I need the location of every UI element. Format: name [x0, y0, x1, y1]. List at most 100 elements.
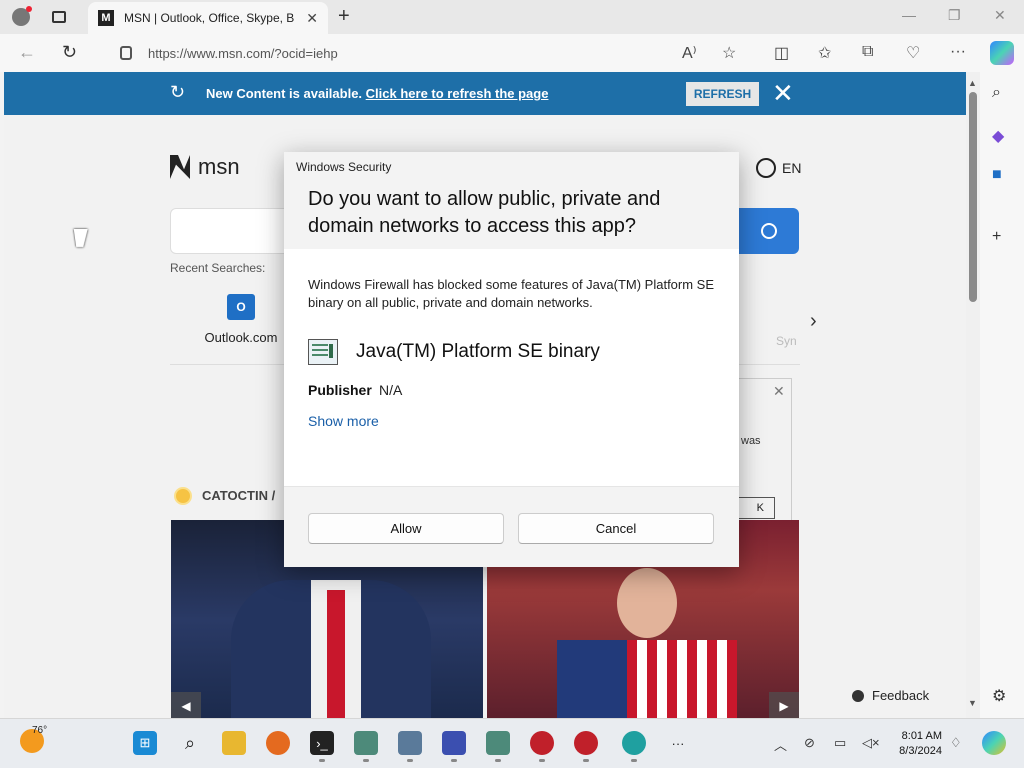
show-hidden-icons-icon[interactable]: ︿	[774, 735, 787, 754]
scroll-up-icon[interactable]: ▲	[968, 78, 977, 88]
back-icon[interactable]: ←	[18, 42, 36, 63]
cancel-button[interactable]: Cancel	[518, 513, 714, 544]
program-name: Java(TM) Platform SE binary	[356, 341, 600, 362]
page-scrollbar[interactable]: ▲ ▼	[966, 72, 980, 718]
profile-icon[interactable]	[10, 6, 32, 28]
refresh-button[interactable]: REFRESH	[686, 82, 759, 106]
minimize-icon[interactable]: —	[902, 7, 916, 23]
dialog-footer: Allow Cancel	[284, 486, 739, 567]
carousel-prev-icon[interactable]: ◀	[171, 692, 201, 718]
display-icon[interactable]: ▭	[834, 735, 846, 751]
new-tab-icon[interactable]: +	[338, 5, 350, 28]
favorites-icon[interactable]: ✩	[818, 43, 831, 63]
refresh-icon[interactable]: ↻	[62, 42, 77, 63]
program-icon	[308, 339, 338, 365]
publisher-label: Publisher	[308, 382, 372, 398]
tab-close-icon[interactable]: ✕	[306, 10, 318, 27]
chevron-right-icon[interactable]: ›	[810, 310, 817, 333]
windows-taskbar: 76° ⊞ ⌕ ›_ ··· ︿ ⊘ ▭ ◁× 8:01 AM 8/3/2024…	[0, 718, 1024, 768]
java-app-icon[interactable]	[574, 731, 598, 755]
windows-security-dialog: Windows Security Do you want to allow pu…	[284, 152, 739, 567]
sidebar-search-icon[interactable]: ⌕	[992, 84, 1001, 102]
browser-tab-bar: M MSN | Outlook, Office, Skype, Bi ✕ + —…	[0, 0, 1024, 34]
dialog-app-name: Windows Security	[296, 160, 392, 174]
sidebar-settings-icon[interactable]: ⚙	[992, 686, 1006, 706]
lock-icon	[120, 46, 132, 60]
feedback-icon	[852, 689, 864, 702]
search-button[interactable]	[738, 208, 799, 254]
refresh-page-link[interactable]: Click here to refresh the page	[366, 86, 549, 101]
browser-essentials-icon[interactable]: ♡	[906, 43, 920, 63]
background-dialog-text: was	[741, 435, 761, 447]
msn-butterfly-icon	[170, 155, 190, 179]
firefox-icon[interactable]	[266, 731, 290, 755]
new-content-banner: ↻ New Content is available. Click here t…	[4, 72, 966, 115]
read-aloud-icon[interactable]: A⁾	[682, 43, 697, 63]
edge-icon[interactable]	[622, 731, 646, 755]
feedback-label: Feedback	[872, 688, 930, 703]
show-more-link[interactable]: Show more	[308, 413, 379, 429]
notification-bell-icon[interactable]: ♢	[950, 735, 962, 751]
quick-link-partial-label[interactable]: Syn	[776, 334, 797, 348]
quick-link-outlook[interactable]: O Outlook.com	[198, 294, 284, 345]
app-window-icon[interactable]	[486, 731, 510, 755]
close-window-icon[interactable]: ✕	[994, 7, 1006, 24]
tab-title: MSN | Outlook, Office, Skype, Bi	[124, 11, 294, 25]
background-dialog-button[interactable]: K	[735, 497, 775, 519]
allow-button[interactable]: Allow	[308, 513, 504, 544]
network-app-icon[interactable]	[442, 731, 466, 755]
weather-location-label: CATOCTIN /	[202, 488, 276, 503]
carousel-next-icon[interactable]: ▶	[769, 692, 799, 718]
sidebar-outlook-icon[interactable]: ■	[992, 166, 1002, 184]
msn-favicon-icon: M	[98, 10, 114, 26]
url-text: https://www.msn.com/?ocid=iehp	[148, 45, 338, 61]
weather-location[interactable]: CATOCTIN /	[176, 488, 275, 503]
recent-searches-label: Recent Searches:	[170, 261, 266, 275]
sun-icon	[176, 488, 190, 503]
address-bar-row: ← ↻ https://www.msn.com/?ocid=iehp A⁾ ☆ …	[0, 34, 1024, 72]
dialog-header: Windows Security Do you want to allow pu…	[284, 152, 739, 249]
copilot-taskbar-icon[interactable]	[982, 731, 1006, 755]
start-icon[interactable]: ⊞	[133, 731, 157, 755]
clock-date: 8/3/2024	[899, 745, 942, 757]
weather-temperature: 76°	[32, 725, 48, 736]
terminal-icon[interactable]: ›_	[310, 731, 334, 755]
sidebar-teams-icon[interactable]: ◆	[992, 126, 1004, 146]
tab-msn[interactable]: M MSN | Outlook, Office, Skype, Bi ✕	[88, 2, 328, 34]
restore-icon[interactable]: ❐	[948, 7, 961, 24]
taskbar-search-icon[interactable]: ⌕	[178, 731, 202, 755]
favorite-star-icon[interactable]: ☆	[722, 43, 736, 63]
copilot-icon[interactable]	[990, 41, 1014, 65]
tab-actions-icon[interactable]	[48, 6, 70, 28]
background-dialog: ✕ was K	[735, 378, 792, 524]
msn-logo-text: msn	[198, 154, 240, 179]
java-app-icon[interactable]	[530, 731, 554, 755]
sidebar-add-icon[interactable]: +	[992, 228, 1001, 246]
scroll-thumb[interactable]	[969, 92, 977, 302]
more-options-icon[interactable]: ···	[950, 43, 966, 61]
feedback-button[interactable]: Feedback	[852, 688, 929, 703]
file-explorer-icon[interactable]	[222, 731, 246, 755]
language-label: EN	[782, 160, 802, 176]
msn-logo[interactable]: msn	[170, 154, 240, 180]
collections-icon[interactable]: ⧉	[862, 43, 873, 61]
refresh-arrow-icon: ↻	[170, 82, 186, 102]
split-screen-icon[interactable]: ◫	[774, 43, 789, 63]
outlook-icon: O	[227, 294, 255, 320]
network-off-icon[interactable]: ⊘	[804, 735, 815, 751]
clock-time: 8:01 AM	[901, 730, 942, 742]
banner-close-icon[interactable]: ✕	[772, 78, 794, 109]
mouse-cursor-icon	[73, 229, 91, 247]
quick-link-label: Outlook.com	[204, 330, 278, 345]
dialog-message: Windows Firewall has blocked some featur…	[308, 277, 715, 310]
clock[interactable]: 8:01 AM 8/3/2024	[886, 729, 942, 759]
volume-off-icon[interactable]: ◁×	[862, 735, 880, 751]
more-apps-icon[interactable]: ···	[666, 731, 690, 755]
scroll-down-icon[interactable]: ▼	[968, 698, 977, 708]
url-field[interactable]: https://www.msn.com/?ocid=iehp	[104, 38, 764, 68]
close-icon[interactable]: ✕	[773, 383, 785, 400]
dialog-title: Do you want to allow public, private and…	[308, 188, 661, 237]
app-window-icon[interactable]	[398, 731, 422, 755]
app-window-icon[interactable]	[354, 731, 378, 755]
language-selector[interactable]: EN	[756, 158, 801, 178]
